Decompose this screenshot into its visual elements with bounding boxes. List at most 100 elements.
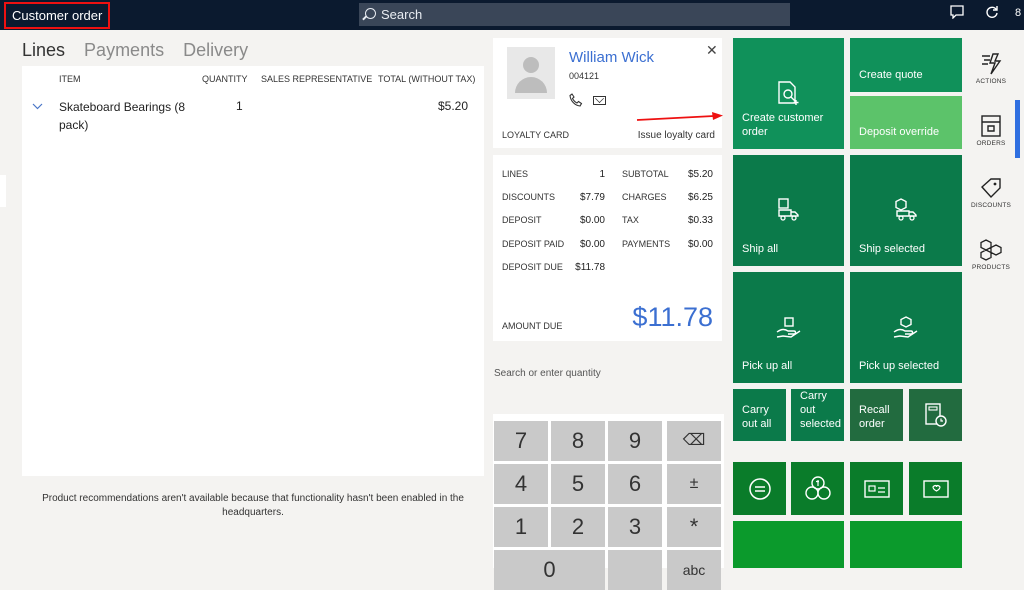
deposit-paid-value: $0.00: [579, 239, 605, 250]
refresh-icon[interactable]: [982, 5, 1002, 25]
issue-loyalty-card-link[interactable]: Issue loyalty card: [638, 130, 715, 141]
charges-value: $6.25: [687, 192, 713, 203]
currency-tile[interactable]: [791, 462, 844, 515]
top-bar: Customer order Search 8: [0, 0, 1024, 30]
truck-box-icon: [778, 198, 799, 221]
discounts-value: $7.79: [579, 192, 605, 203]
plus-minus-key[interactable]: ±: [667, 464, 721, 504]
tax-label: TAX: [622, 215, 639, 225]
left-edge-handle[interactable]: [0, 175, 6, 207]
line-item-total: $5.20: [438, 99, 469, 113]
multiply-key[interactable]: *: [667, 507, 721, 547]
create-customer-order-label: Create customer order: [742, 112, 824, 138]
pick-up-all-label: Pick up all: [742, 360, 793, 372]
id-card-icon: [864, 480, 890, 498]
lines-label: LINES: [502, 169, 529, 179]
subtotal-value: $5.20: [687, 169, 713, 180]
payment-tile-lower-left[interactable]: [733, 521, 844, 568]
customer-name[interactable]: William Wick: [569, 49, 654, 66]
numpad-key-4[interactable]: 4: [494, 464, 548, 504]
customer-card[interactable]: William Wick 004121 ✕ LOYALTY CARD Issue…: [493, 38, 722, 148]
nav-products-label: PRODUCTS: [971, 264, 1011, 271]
payment-tile-lower-right[interactable]: [850, 521, 962, 568]
user-initial[interactable]: 8: [1015, 7, 1021, 19]
ship-selected-tile[interactable]: Ship selected: [850, 155, 962, 266]
deposit-due-value: $11.78: [575, 262, 605, 273]
charges-label: CHARGES: [622, 192, 667, 202]
ship-all-label: Ship all: [742, 243, 779, 255]
header-sales-rep[interactable]: SALES REPRESENTATIVE: [261, 74, 372, 84]
numpad-key-1[interactable]: 1: [494, 507, 548, 547]
payments-value: $0.00: [687, 239, 713, 250]
numpad-key-8[interactable]: 8: [551, 421, 605, 461]
gift-card-tile[interactable]: [909, 462, 962, 515]
coins-icon: [805, 476, 831, 500]
pick-up-selected-label: Pick up selected: [859, 360, 940, 372]
line-item-quantity[interactable]: 1: [236, 99, 243, 113]
card-tile[interactable]: [850, 462, 903, 515]
numpad-key-7[interactable]: 7: [494, 421, 548, 461]
carry-out-all-tile[interactable]: Carry out all: [733, 389, 786, 441]
numpad-key-0[interactable]: 0: [494, 550, 605, 590]
numpad-key-6[interactable]: 6: [608, 464, 662, 504]
carry-out-selected-label: Carry out selected: [800, 390, 841, 430]
header-quantity[interactable]: QUANTITY: [202, 74, 248, 84]
numpad-key-9[interactable]: 9: [608, 421, 662, 461]
backspace-key[interactable]: ⌫: [667, 421, 721, 461]
totals-panel: LINES 1 DISCOUNTS $7.79 DEPOSIT $0.00 DE…: [493, 155, 722, 341]
numpad-key-2[interactable]: 2: [551, 507, 605, 547]
page-title: Customer order: [4, 2, 110, 29]
abc-key[interactable]: abc: [667, 550, 721, 590]
lines-grid: ITEM QUANTITY SALES REPRESENTATIVE TOTAL…: [22, 66, 484, 476]
deposit-override-label: Deposit override: [859, 126, 940, 138]
ship-all-tile[interactable]: Ship all: [733, 155, 844, 266]
nav-actions-label: ACTIONS: [975, 78, 1007, 85]
deposit-override-tile[interactable]: Deposit override: [850, 96, 962, 149]
tab-payments[interactable]: Payments: [84, 40, 164, 60]
ship-selected-label: Ship selected: [859, 243, 926, 255]
pick-up-selected-tile[interactable]: Pick up selected: [850, 272, 962, 383]
amount-due-label: AMOUNT DUE: [502, 321, 563, 331]
calculator-clock-icon: [925, 403, 947, 427]
header-item[interactable]: ITEM: [59, 74, 81, 84]
quantity-search-input[interactable]: Search or enter quantity: [494, 368, 601, 379]
pick-up-all-tile[interactable]: Pick up all: [733, 272, 844, 383]
chevron-down-icon[interactable]: [32, 99, 43, 113]
line-item-name[interactable]: Skateboard Bearings (8 pack): [59, 98, 199, 134]
numpad-key-3[interactable]: 3: [608, 507, 662, 547]
nav-orders[interactable]: ORDERS: [966, 114, 1016, 147]
recall-order-tile[interactable]: Recall order: [850, 389, 903, 441]
calculator-tile[interactable]: [909, 389, 962, 441]
create-quote-tile[interactable]: Create quote: [850, 38, 962, 92]
subtotal-label: SUBTOTAL: [622, 169, 669, 179]
nav-orders-label: ORDERS: [976, 140, 1006, 147]
search-placeholder: Search: [381, 7, 423, 22]
phone-icon[interactable]: [569, 93, 583, 110]
nav-actions[interactable]: ACTIONS: [966, 52, 1016, 85]
chat-icon[interactable]: [947, 5, 967, 25]
tab-delivery[interactable]: Delivery: [183, 40, 248, 60]
deposit-due-label: DEPOSIT DUE: [502, 262, 563, 272]
nav-selected-indicator: [1015, 100, 1020, 158]
nav-products[interactable]: PRODUCTS: [966, 238, 1016, 271]
tab-lines[interactable]: Lines: [22, 40, 65, 60]
search-bar[interactable]: Search: [359, 3, 790, 26]
numpad-key-blank[interactable]: [608, 550, 662, 590]
avatar: [507, 47, 555, 99]
hand-box-icon: [776, 317, 801, 338]
mail-icon[interactable]: [593, 96, 606, 105]
close-icon[interactable]: ✕: [706, 42, 718, 59]
lines-value: 1: [599, 169, 605, 180]
create-customer-order-tile[interactable]: Create customer order: [733, 38, 844, 149]
numpad-key-5[interactable]: 5: [551, 464, 605, 504]
header-total[interactable]: TOTAL (WITHOUT TAX): [378, 74, 475, 84]
carry-out-selected-tile[interactable]: Carry out selected: [791, 389, 844, 441]
cash-tile[interactable]: [733, 462, 786, 515]
order-tabs: Lines Payments Delivery: [22, 40, 262, 61]
orders-icon: [966, 114, 1016, 140]
annotation-arrow: [636, 112, 723, 121]
loyalty-card-label: LOYALTY CARD: [502, 130, 570, 140]
nav-discounts[interactable]: DISCOUNTS: [966, 176, 1016, 209]
customer-id: 004121: [569, 71, 600, 81]
payments-label: PAYMENTS: [622, 239, 671, 249]
